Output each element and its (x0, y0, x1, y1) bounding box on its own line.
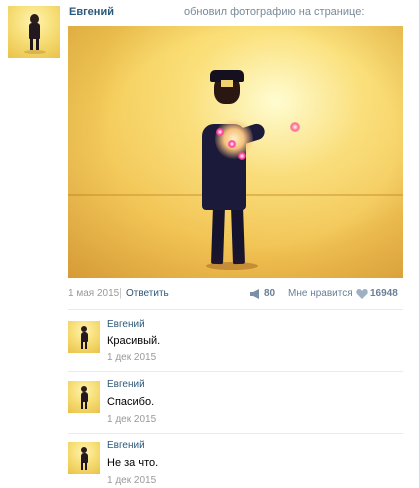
comment-author[interactable]: Евгений (107, 440, 145, 451)
comment-text: Красивый. (107, 335, 161, 347)
post-author-link[interactable]: Евгений (69, 6, 114, 18)
heart-icon[interactable] (356, 289, 368, 299)
reply-link[interactable]: Ответить (126, 288, 169, 299)
post-date[interactable]: 1 мая 2015 (68, 288, 119, 299)
megaphone-icon[interactable] (249, 289, 261, 299)
comment-avatar[interactable] (68, 381, 100, 413)
post-photo[interactable] (68, 26, 403, 278)
meta-separator: | (119, 287, 122, 299)
comment-author[interactable]: Евгений (107, 319, 145, 330)
comment-text: Спасибо. (107, 396, 155, 408)
comment-avatar[interactable] (68, 442, 100, 474)
share-count[interactable]: 80 (264, 288, 275, 299)
comment-avatar[interactable] (68, 321, 100, 353)
comment-date[interactable]: 1 дек 2015 (107, 475, 156, 486)
comment-text: Не за что. (107, 457, 159, 469)
divider (68, 371, 403, 372)
comment-date[interactable]: 1 дек 2015 (107, 352, 156, 363)
like-label[interactable]: Мне нравится (288, 288, 353, 299)
divider (68, 433, 403, 434)
divider (68, 309, 403, 310)
comment-date[interactable]: 1 дек 2015 (107, 414, 156, 425)
post-action-text: обновил фотографию на странице: (184, 6, 365, 18)
author-avatar[interactable] (8, 6, 60, 58)
comment-author[interactable]: Евгений (107, 379, 145, 390)
like-count[interactable]: 16948 (370, 288, 398, 299)
